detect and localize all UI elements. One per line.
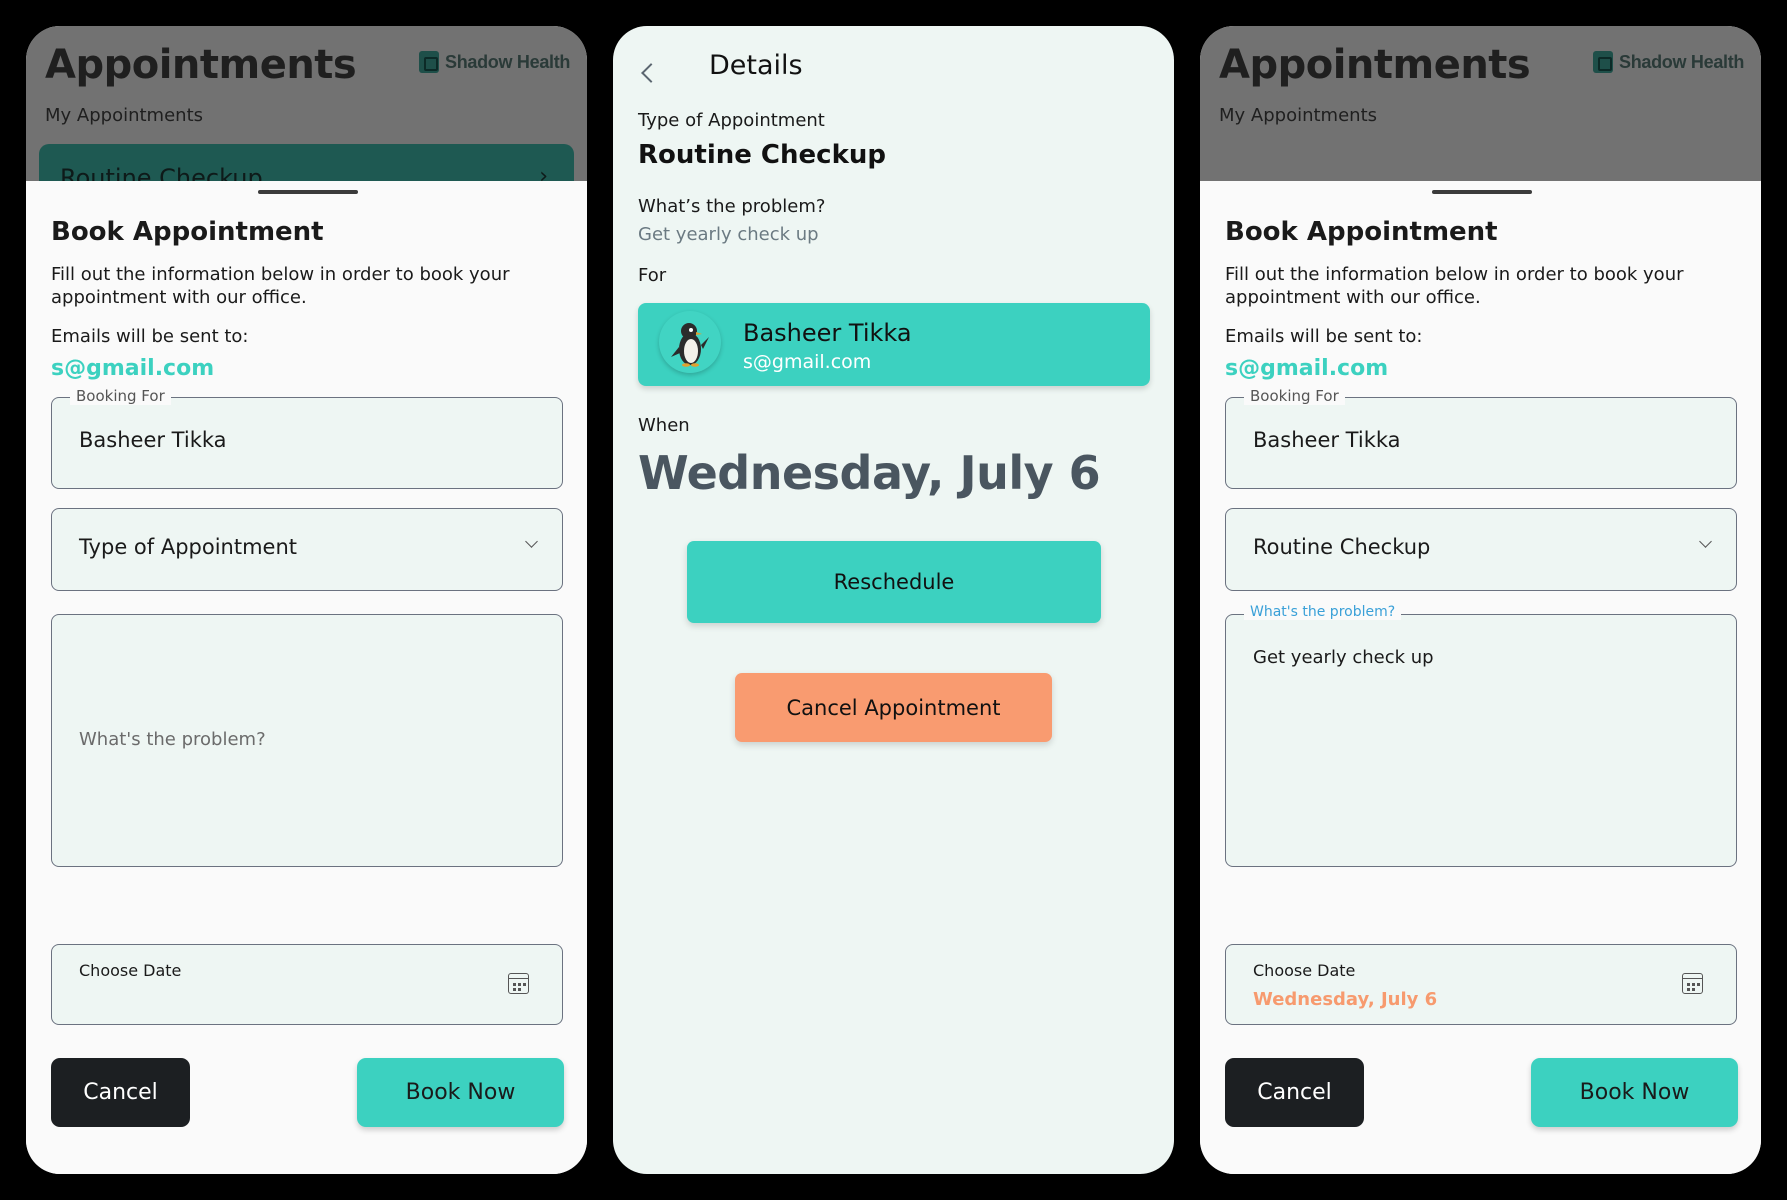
problem-value: Get yearly check up	[1253, 647, 1434, 668]
sheet-description: Fill out the information below in order …	[51, 264, 510, 308]
cancel-button[interactable]: Cancel	[1225, 1058, 1364, 1127]
choose-date-label: Choose Date	[1253, 961, 1356, 980]
problem-label: What's the problem?	[1244, 604, 1402, 620]
booking-for-field[interactable]: Booking For Basheer Tikka	[51, 387, 563, 489]
booking-for-value: Basheer Tikka	[1253, 428, 1401, 452]
page-subtitle: My Appointments	[1219, 105, 1378, 126]
problem-value: Get yearly check up	[638, 224, 819, 245]
emails-label: Emails will be sent to:	[51, 326, 249, 347]
brand-logo-text: Shadow Health	[445, 51, 571, 72]
choose-date-field[interactable]: Choose Date Wednesday, July 6	[1225, 944, 1737, 1025]
calendar-icon[interactable]	[508, 973, 529, 994]
cancel-appointment-button[interactable]: Cancel Appointment	[735, 673, 1052, 742]
when-label: When	[638, 415, 690, 436]
sheet-title: Book Appointment	[1225, 217, 1498, 247]
sheet-title: Book Appointment	[51, 217, 324, 247]
book-now-button[interactable]: Book Now	[357, 1058, 564, 1127]
appointment-type-value: Routine Checkup	[1253, 535, 1431, 559]
avatar	[659, 311, 721, 373]
booking-screen-filled: Appointments My Appointments Shadow Heal…	[1200, 26, 1761, 1174]
type-value: Routine Checkup	[638, 140, 886, 170]
back-icon[interactable]	[641, 63, 661, 83]
email-address: s@gmail.com	[51, 356, 215, 381]
emails-label: Emails will be sent to:	[1225, 326, 1423, 347]
details-screen: Details Type of Appointment Routine Chec…	[613, 26, 1174, 1174]
chevron-down-icon	[1699, 535, 1712, 548]
patient-card[interactable]: Basheer Tikka s@gmail.com	[638, 303, 1150, 386]
book-appointment-sheet: Book Appointment Fill out the informatio…	[26, 181, 587, 1174]
cancel-button[interactable]: Cancel	[51, 1058, 190, 1127]
brand-logo-text: Shadow Health	[1619, 51, 1745, 72]
booking-for-label: Booking For	[1244, 387, 1345, 405]
problem-textarea[interactable]: What's the problem?	[51, 614, 563, 867]
drag-handle[interactable]	[258, 190, 358, 194]
page-title: Appointments	[45, 42, 357, 88]
chevron-down-icon	[525, 535, 538, 548]
sheet-description: Fill out the information below in order …	[1225, 264, 1684, 308]
for-label: For	[638, 265, 667, 286]
brand-logo: Shadow Health	[1593, 51, 1744, 73]
clipboard-icon	[419, 51, 439, 73]
choose-date-label: Choose Date	[79, 961, 182, 980]
booking-for-label: Booking For	[70, 387, 171, 405]
appointment-type-select[interactable]: Type of Appointment	[51, 508, 563, 591]
dimmed-header: Appointments My Appointments Shadow Heal…	[26, 26, 587, 204]
appointment-type-select[interactable]: Routine Checkup	[1225, 508, 1737, 591]
book-appointment-sheet: Book Appointment Fill out the informatio…	[1200, 181, 1761, 1174]
page-title: Appointments	[1219, 42, 1531, 88]
email-address: s@gmail.com	[1225, 356, 1389, 381]
choose-date-field[interactable]: Choose Date	[51, 944, 563, 1025]
calendar-icon[interactable]	[1682, 973, 1703, 994]
appointment-type-placeholder: Type of Appointment	[79, 535, 297, 559]
page-subtitle: My Appointments	[45, 105, 204, 126]
book-now-button[interactable]: Book Now	[1531, 1058, 1738, 1127]
appointment-date: Wednesday, July 6	[638, 446, 1101, 500]
patient-name: Basheer Tikka	[743, 319, 912, 347]
dimmed-header: Appointments My Appointments Shadow Heal…	[1200, 26, 1761, 181]
problem-placeholder: What's the problem?	[79, 729, 266, 750]
details-title: Details	[709, 50, 803, 81]
type-label: Type of Appointment	[638, 110, 825, 131]
chosen-date: Wednesday, July 6	[1253, 989, 1438, 1010]
booking-for-field[interactable]: Booking For Basheer Tikka	[1225, 387, 1737, 489]
problem-label: What’s the problem?	[638, 196, 826, 217]
penguin-icon	[671, 323, 709, 367]
booking-screen-empty: Appointments My Appointments Shadow Heal…	[26, 26, 587, 1174]
drag-handle[interactable]	[1432, 190, 1532, 194]
problem-textarea[interactable]: What's the problem? Get yearly check up	[1225, 604, 1737, 867]
patient-email: s@gmail.com	[743, 351, 872, 373]
brand-logo: Shadow Health	[419, 51, 570, 73]
clipboard-icon	[1593, 51, 1613, 73]
reschedule-button[interactable]: Reschedule	[687, 541, 1101, 623]
booking-for-value: Basheer Tikka	[79, 428, 227, 452]
